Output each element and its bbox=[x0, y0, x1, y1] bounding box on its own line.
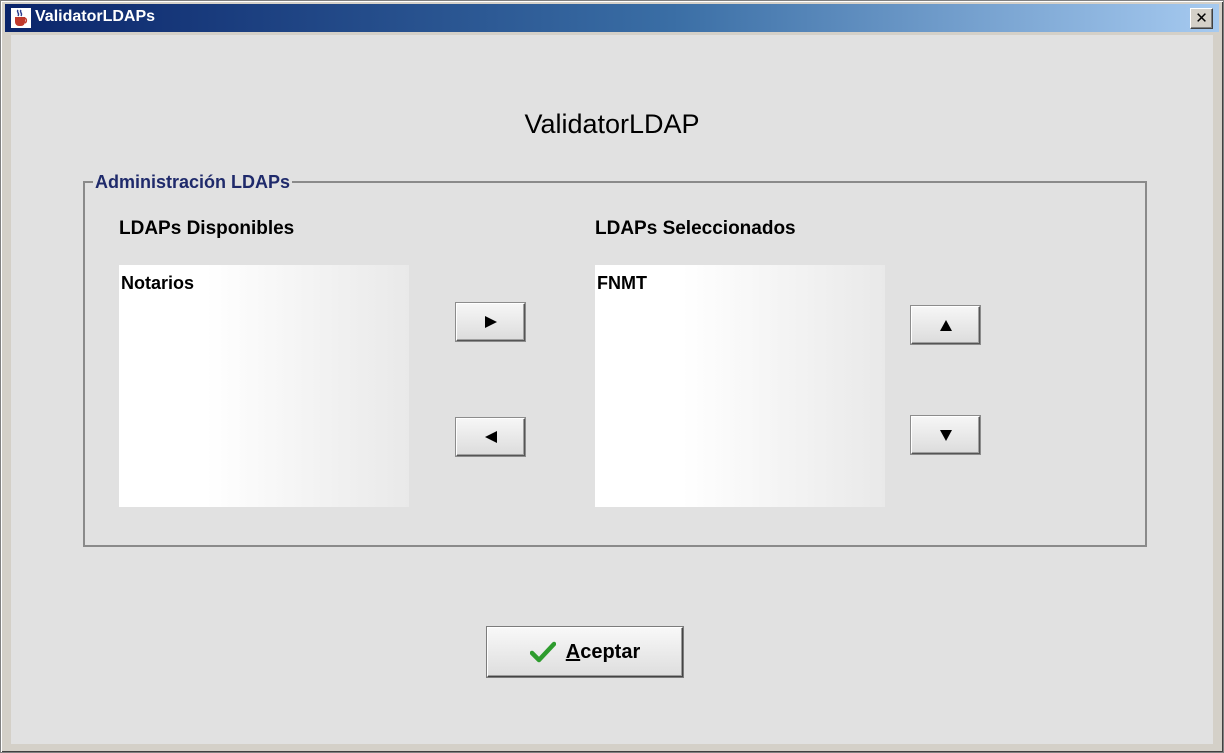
content-panel: ValidatorLDAP Administración LDAPs LDAPs… bbox=[11, 35, 1213, 744]
title-bar[interactable]: ValidatorLDAPs ✕ bbox=[5, 4, 1219, 32]
selected-ldaps-label: LDAPs Seleccionados bbox=[595, 218, 796, 239]
close-icon: ✕ bbox=[1195, 9, 1208, 27]
accept-label-rest: ceptar bbox=[580, 640, 641, 663]
accept-button[interactable]: Aceptar bbox=[487, 627, 683, 677]
list-item[interactable]: FNMT bbox=[597, 273, 647, 294]
arrow-right-icon bbox=[484, 316, 497, 328]
arrow-up-icon bbox=[939, 319, 952, 331]
arrow-down-icon bbox=[939, 429, 952, 441]
checkmark-icon bbox=[529, 641, 556, 663]
accept-label: Aceptar bbox=[566, 641, 640, 664]
move-left-button[interactable] bbox=[456, 418, 525, 456]
close-button[interactable]: ✕ bbox=[1190, 8, 1213, 29]
move-right-button[interactable] bbox=[456, 303, 525, 341]
available-ldaps-list[interactable]: Notarios bbox=[119, 265, 409, 507]
group-legend: Administración LDAPs bbox=[93, 172, 293, 193]
selected-ldaps-list[interactable]: FNMT bbox=[595, 265, 885, 507]
window-title: ValidatorLDAPs bbox=[35, 8, 156, 25]
validator-window: ValidatorLDAPs ✕ ValidatorLDAP Administr… bbox=[0, 0, 1224, 753]
accept-mnemonic: A bbox=[565, 640, 581, 663]
move-up-button[interactable] bbox=[911, 306, 980, 344]
page-title: ValidatorLDAP bbox=[524, 109, 700, 139]
java-cup-icon bbox=[11, 8, 31, 28]
move-down-button[interactable] bbox=[911, 416, 980, 454]
list-item[interactable]: Notarios bbox=[121, 273, 194, 294]
available-ldaps-label: LDAPs Disponibles bbox=[119, 218, 295, 239]
arrow-left-icon bbox=[484, 431, 497, 443]
